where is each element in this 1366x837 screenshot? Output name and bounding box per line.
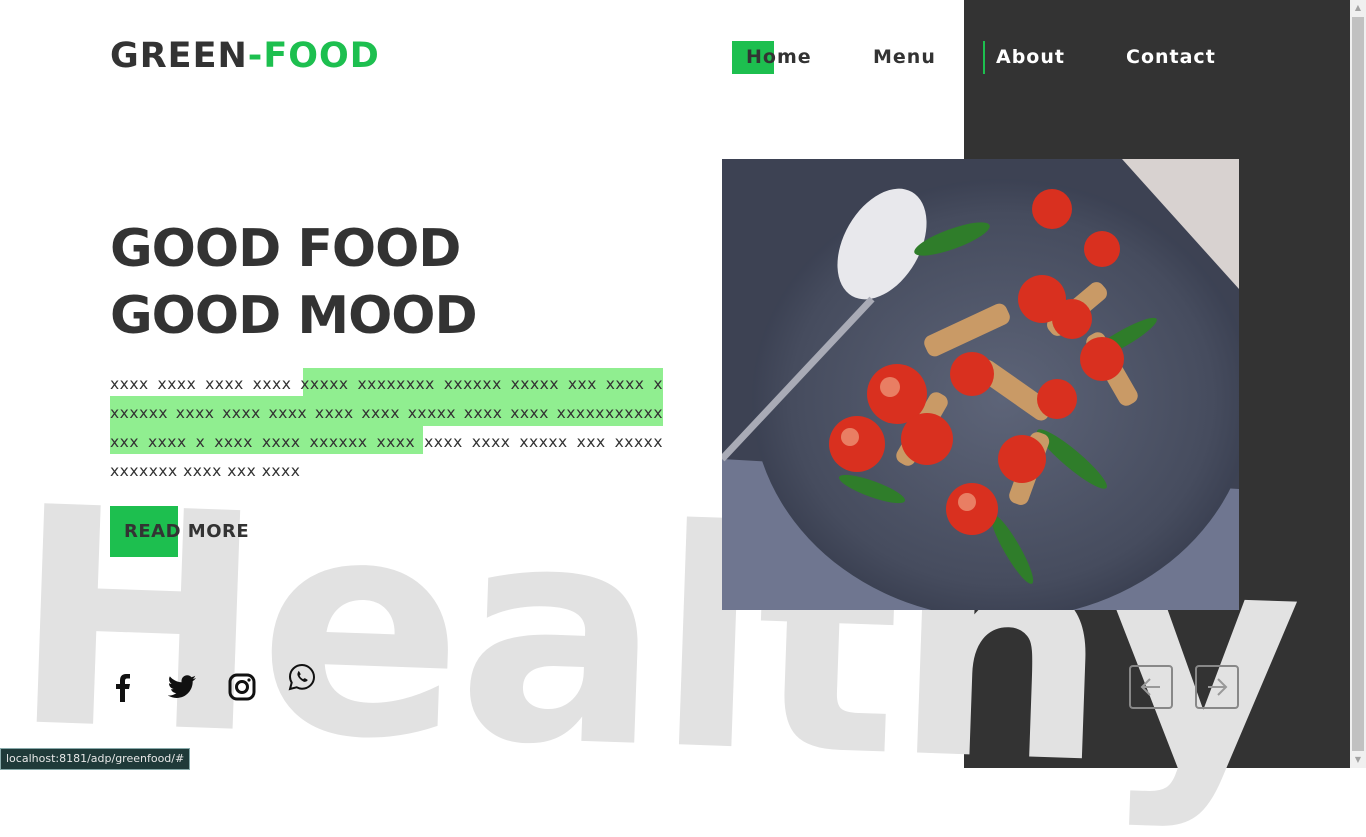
hero-food-image <box>722 159 1239 610</box>
nav-item-home[interactable]: Home <box>746 46 812 68</box>
scrollbar-thumb[interactable] <box>1352 17 1364 751</box>
vertical-scrollbar[interactable]: ▲ ▼ <box>1350 0 1366 768</box>
prev-slide-button[interactable] <box>1129 665 1173 709</box>
nav-item-about[interactable]: About <box>996 46 1065 68</box>
arrow-left-icon <box>1140 678 1160 696</box>
instagram-icon[interactable] <box>228 673 256 701</box>
hero-paragraph: xxxx xxxx xxxx xxxx xxxxx xxxxxxxx xxxxx… <box>110 375 663 480</box>
nav-divider <box>983 41 985 74</box>
read-more-button[interactable]: READ MORE <box>124 521 249 542</box>
scroll-up-icon[interactable]: ▲ <box>1350 0 1366 16</box>
hero-headline-line2: GOOD MOOD <box>110 286 478 346</box>
status-bar-url: localhost:8181/adp/greenfood/# <box>0 748 191 770</box>
next-slide-button[interactable] <box>1195 665 1239 709</box>
nav-item-contact[interactable]: Contact <box>1126 46 1216 68</box>
brand-name-accent: -FOOD <box>247 36 380 76</box>
twitter-icon[interactable] <box>167 675 196 699</box>
facebook-icon[interactable] <box>113 674 133 702</box>
brand-name: GREEN <box>110 36 248 76</box>
scroll-down-icon[interactable]: ▼ <box>1350 752 1366 768</box>
arrow-right-icon <box>1208 678 1228 696</box>
whatsapp-icon[interactable] <box>288 663 316 691</box>
nav-item-menu[interactable]: Menu <box>873 46 936 68</box>
hero-headline: GOOD FOOD GOOD MOOD <box>110 216 478 350</box>
hero-headline-line1: GOOD FOOD <box>110 219 461 279</box>
brand-logo[interactable]: GREEN-FOOD <box>110 36 380 76</box>
